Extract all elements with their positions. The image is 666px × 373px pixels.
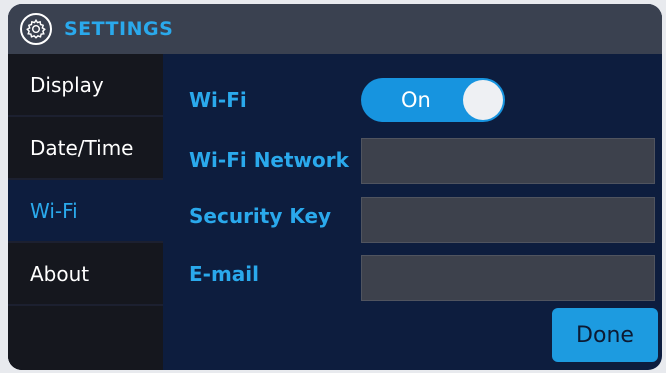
wifi-label: Wi-Fi [189, 88, 247, 112]
sidebar-item-label: Display [30, 72, 104, 97]
wifi-toggle[interactable]: On [361, 78, 505, 122]
sidebar-item-display[interactable]: Display [8, 54, 163, 117]
sidebar-item-date-time[interactable]: Date/Time [8, 117, 163, 180]
sidebar: Display Date/Time Wi-Fi About [8, 54, 163, 370]
header-bar: SETTINGS [8, 4, 662, 54]
done-button[interactable]: Done [552, 308, 658, 362]
wifi-network-label: Wi-Fi Network [189, 148, 349, 172]
sidebar-empty-slot [8, 306, 163, 370]
toggle-knob [463, 80, 503, 120]
sidebar-item-label: Wi-Fi [30, 198, 78, 223]
security-key-field[interactable] [361, 197, 655, 243]
wifi-toggle-state: On [401, 88, 431, 112]
sidebar-item-label: Date/Time [30, 135, 134, 160]
gear-icon [20, 13, 52, 45]
security-key-label: Security Key [189, 204, 332, 228]
email-field[interactable] [361, 255, 655, 301]
email-label: E-mail [189, 262, 260, 286]
wifi-network-field[interactable] [361, 138, 655, 184]
settings-screen: SETTINGS Display Date/Time Wi-Fi About W… [8, 4, 662, 370]
sidebar-item-wifi[interactable]: Wi-Fi [8, 180, 163, 243]
page-title: SETTINGS [64, 18, 174, 40]
sidebar-item-about[interactable]: About [8, 243, 163, 306]
wifi-settings-panel: Wi-Fi On Wi-Fi Network Security Key E-ma… [163, 54, 662, 370]
sidebar-item-label: About [30, 261, 90, 286]
